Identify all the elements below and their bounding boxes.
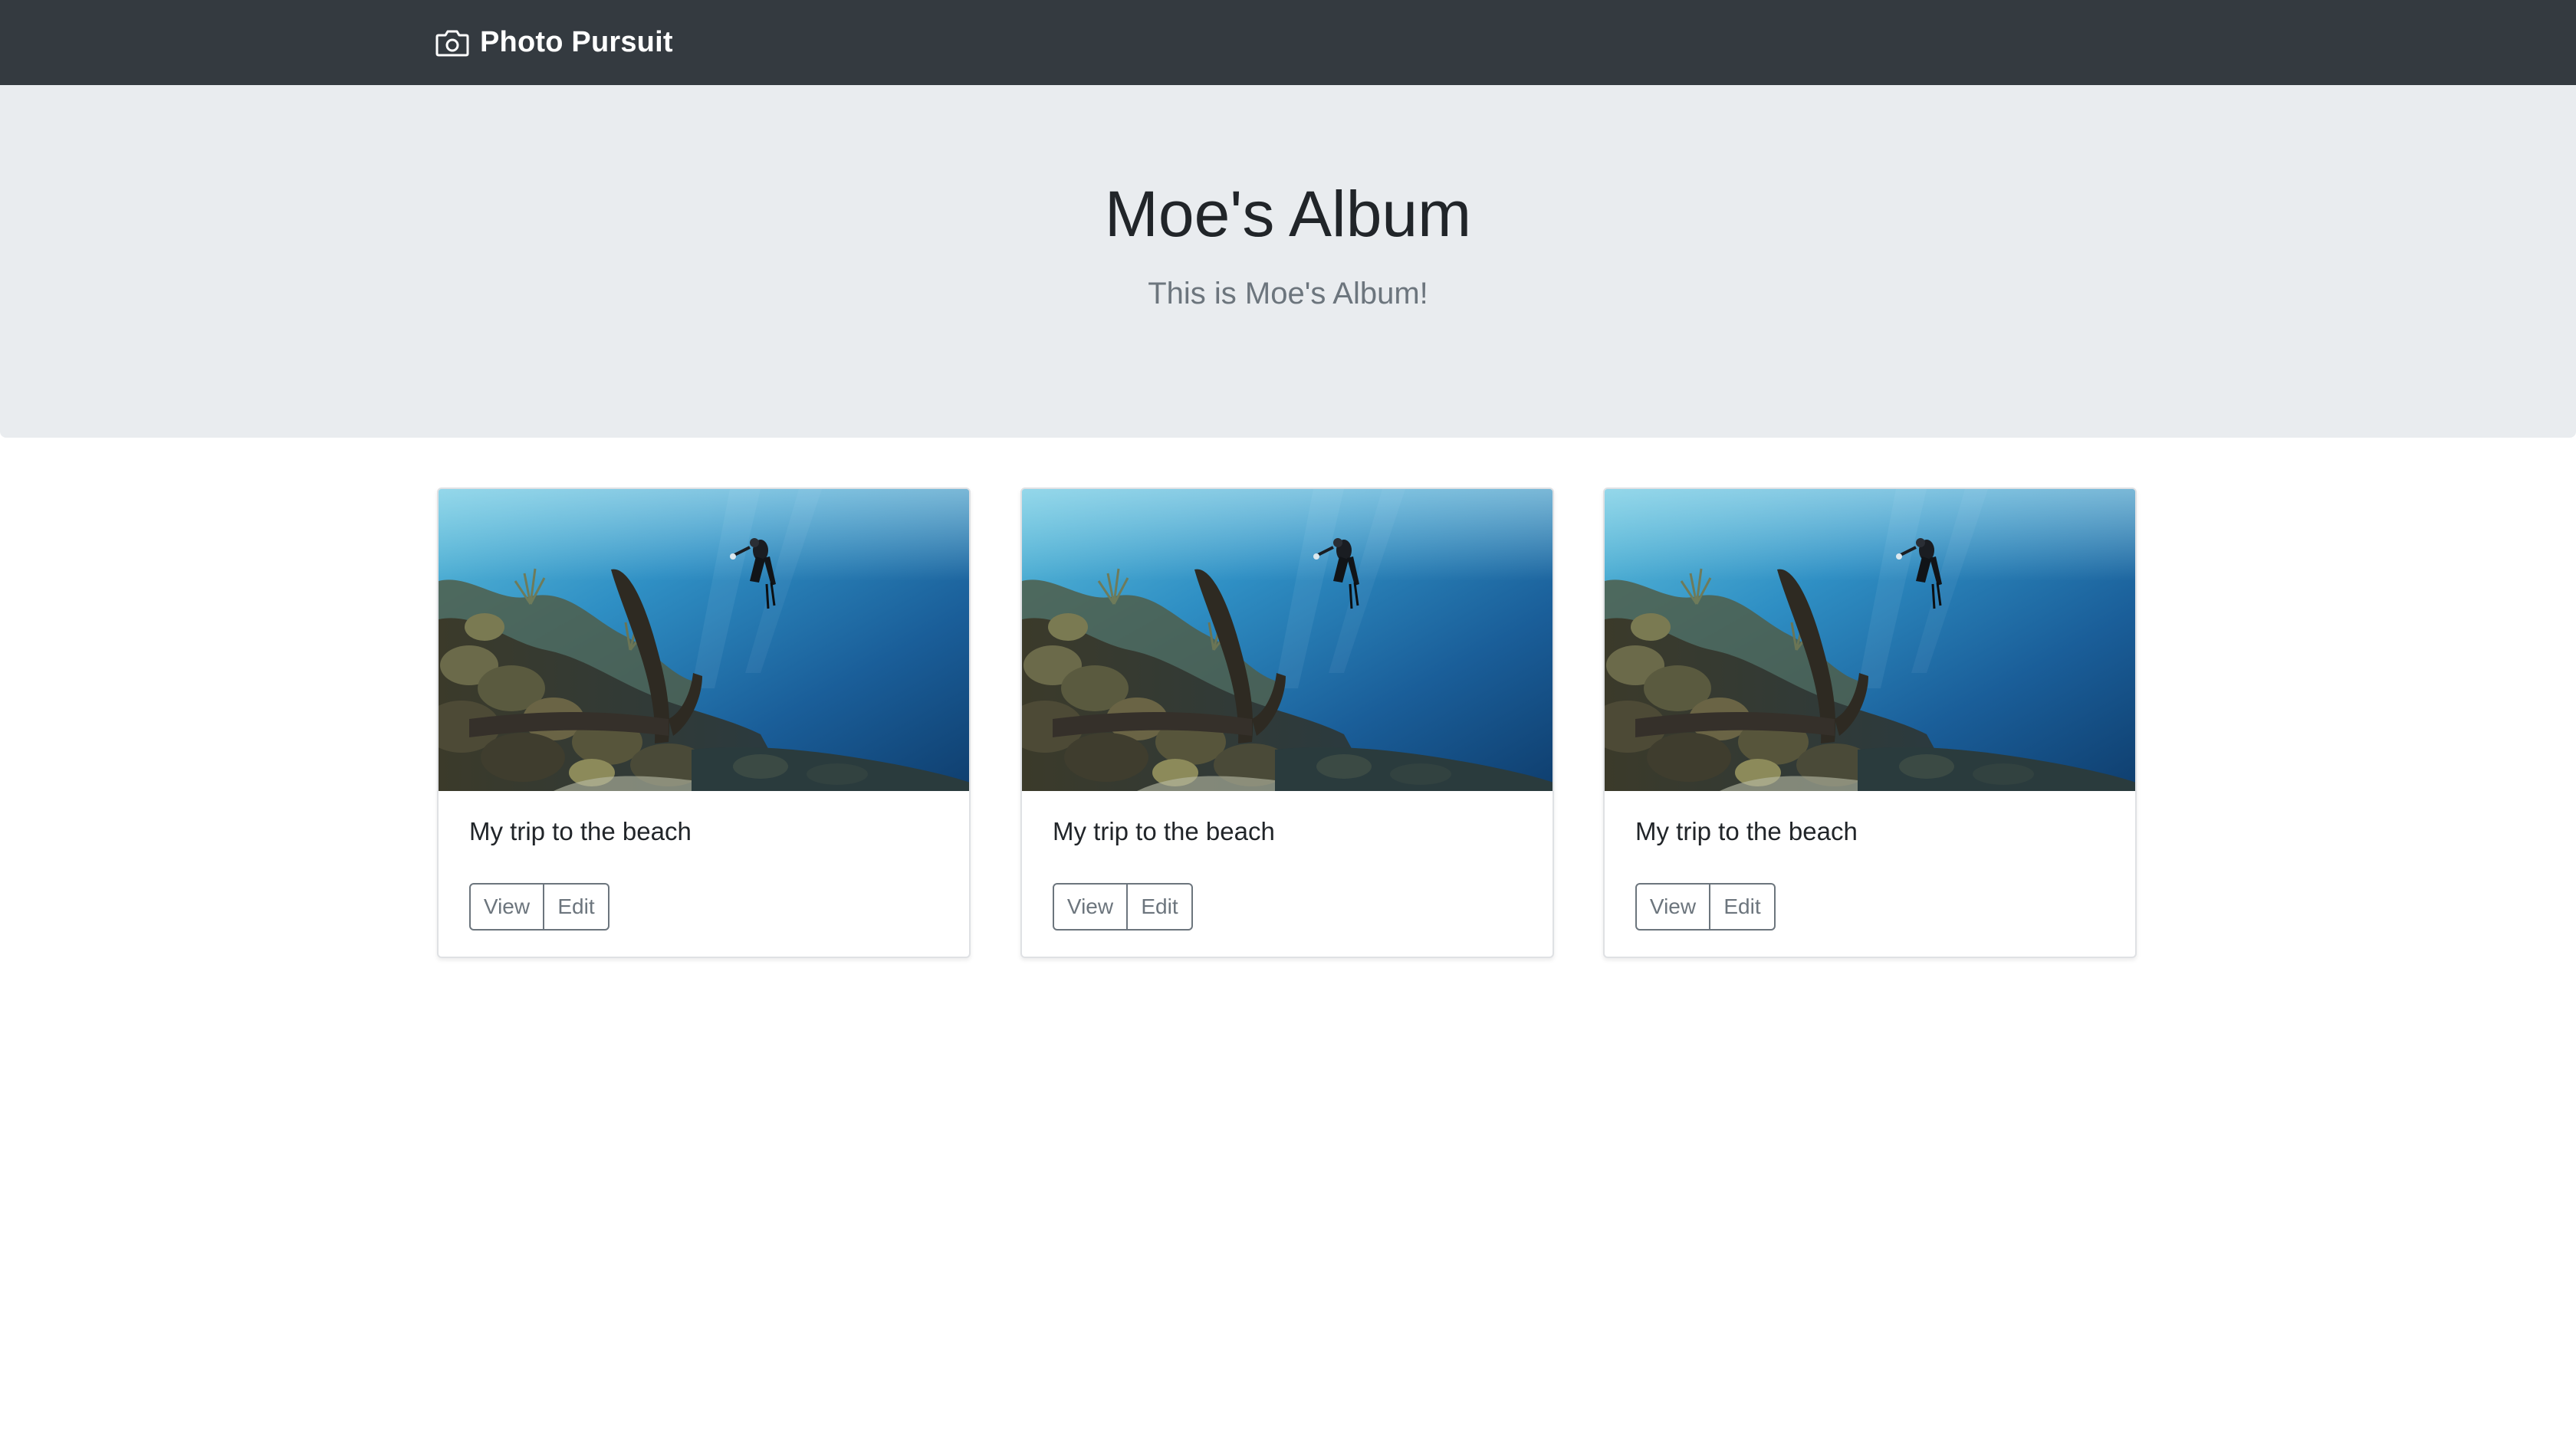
card-photo[interactable] [1605, 489, 2137, 791]
brand-name: Photo Pursuit [480, 26, 673, 58]
card-photo[interactable] [1022, 489, 1554, 791]
brand-link[interactable]: Photo Pursuit [435, 0, 673, 85]
card-actions: View Edit [469, 883, 610, 931]
view-button[interactable]: View [469, 883, 544, 931]
edit-button[interactable]: Edit [1128, 883, 1193, 931]
album-title: Moe's Album [1104, 178, 1472, 250]
card-caption: My trip to the beach [1053, 817, 1275, 845]
view-button[interactable]: View [1635, 883, 1710, 931]
album-description: This is Moe's Album! [1148, 277, 1428, 310]
view-button[interactable]: View [1053, 883, 1128, 931]
album-card: My trip to the beach View Edit [1020, 487, 1554, 958]
camera-icon [435, 29, 469, 57]
card-caption: My trip to the beach [469, 817, 692, 845]
edit-button[interactable]: Edit [1710, 883, 1776, 931]
top-navbar: Photo Pursuit [0, 0, 2576, 85]
card-actions: View Edit [1053, 883, 1193, 931]
album-card: My trip to the beach View Edit [1603, 487, 2137, 958]
album-header: Moe's Album This is Moe's Album! [0, 85, 2576, 438]
card-actions: View Edit [1635, 883, 1776, 931]
album-card: My trip to the beach View Edit [437, 487, 971, 958]
edit-button[interactable]: Edit [544, 883, 610, 931]
card-photo[interactable] [439, 489, 971, 791]
card-caption: My trip to the beach [1635, 817, 1858, 845]
